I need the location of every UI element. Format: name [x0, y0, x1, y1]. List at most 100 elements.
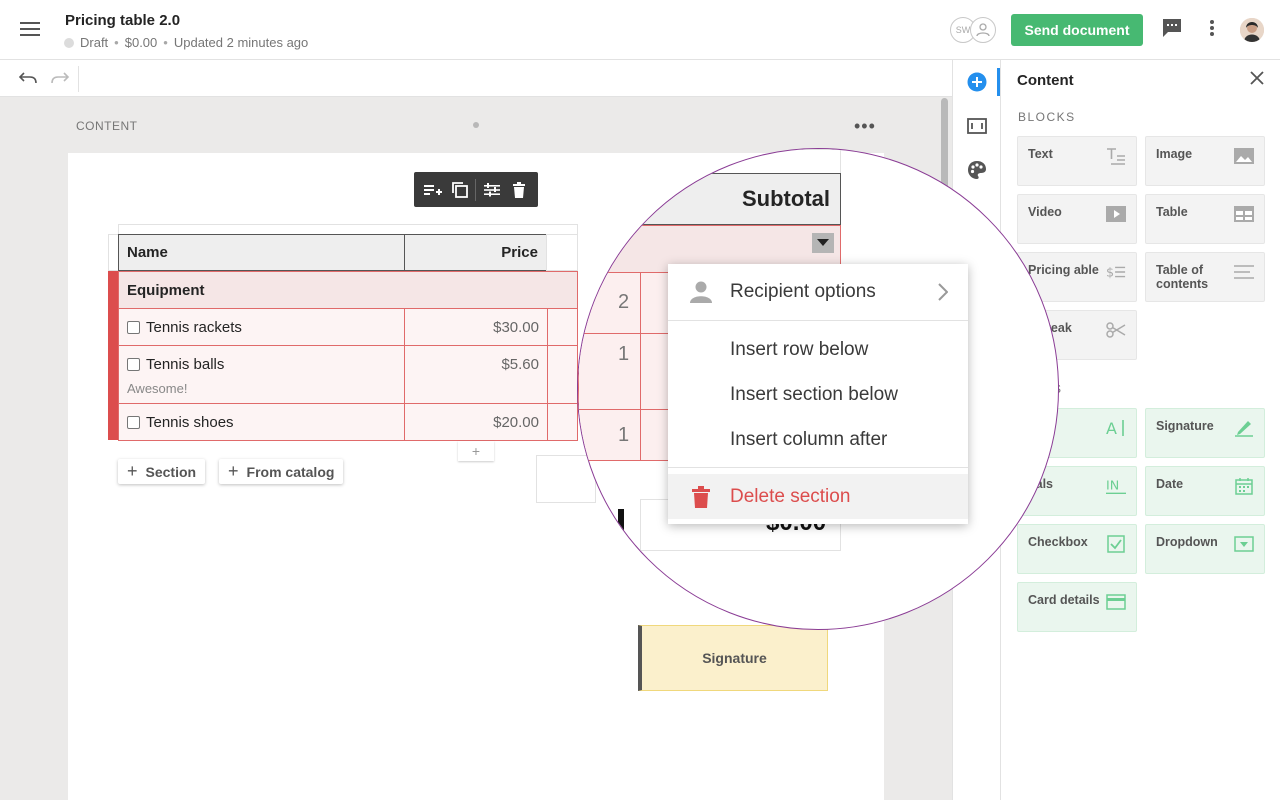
pen-icon [1234, 419, 1254, 437]
row-price[interactable]: $20.00 [404, 403, 548, 441]
table-row[interactable]: Tennis rackets $30.00 [118, 308, 578, 346]
magnified-top-guide [638, 149, 841, 173]
section-name[interactable]: Equipment [118, 271, 578, 309]
delete-icon[interactable] [508, 179, 530, 201]
editor-toolbar [0, 60, 952, 97]
row-price[interactable]: $30.00 [404, 308, 548, 346]
magnified-qty-cell[interactable] [578, 272, 641, 334]
status-text: Draft [80, 35, 109, 50]
document-title[interactable]: Pricing table 2.0 [65, 12, 180, 29]
more-horizontal-icon[interactable]: ••• [854, 116, 876, 137]
menu-item-label: Recipient options [730, 280, 876, 302]
more-vertical-icon[interactable] [1209, 18, 1215, 43]
image-icon [1234, 147, 1254, 165]
field-label: Dropdown [1156, 535, 1218, 549]
menu-item-insert-column-after[interactable]: Insert column after [668, 417, 968, 462]
svg-text:A: A [1106, 419, 1117, 437]
add-recipient-icon[interactable] [970, 17, 996, 43]
duplicate-icon[interactable] [449, 179, 471, 201]
updated-time: Updated 2 minutes ago [173, 35, 309, 50]
user-avatar[interactable] [1240, 18, 1264, 42]
magnified-qty-cell[interactable] [578, 409, 641, 461]
document-total: $0.00 [124, 35, 158, 50]
add-content-icon[interactable] [967, 72, 987, 97]
magnified-total-label-fragment [618, 509, 624, 533]
block-toolbar [414, 172, 538, 207]
field-signature[interactable]: Signature [1145, 408, 1265, 458]
magnified-qty-cell[interactable] [578, 333, 641, 410]
plus-icon: + [127, 461, 138, 481]
table-row[interactable]: Tennis shoes $20.00 [118, 403, 578, 441]
meta-separator: • [163, 35, 168, 50]
table-left-guide [108, 234, 118, 271]
person-icon [690, 281, 712, 309]
signature-field[interactable]: Signature [638, 625, 828, 691]
column-header-qty[interactable] [546, 234, 578, 271]
row-checkbox[interactable] [127, 358, 140, 371]
menu-item-insert-row-below[interactable]: Insert row below [668, 327, 968, 372]
document-meta: Draft • $0.00 • Updated 2 minutes ago [64, 35, 308, 50]
redo-icon[interactable] [50, 70, 70, 91]
initials-icon: IN [1106, 477, 1126, 495]
drag-handle-icon[interactable] [473, 122, 479, 128]
row-context-menu: Recipient options Insert row below Inser… [668, 264, 968, 524]
field-label: Signature [1156, 419, 1214, 433]
add-row-tab[interactable]: + [458, 441, 494, 461]
comments-icon[interactable] [1162, 18, 1182, 43]
row-name-cell[interactable]: Tennis rackets [118, 308, 405, 346]
magnifier-overlay: Subtotal 2 1 1 $0.00 Recipient options [577, 148, 1059, 630]
block-table-of-contents[interactable]: Table of contents [1145, 252, 1265, 302]
status-dot-icon [64, 37, 74, 48]
add-section-button[interactable]: + Section [118, 459, 206, 484]
section-row[interactable]: Equipment [118, 271, 578, 309]
caret-down-icon[interactable] [812, 233, 834, 253]
video-icon [1106, 205, 1126, 223]
field-dropdown[interactable]: Dropdown [1145, 524, 1265, 574]
row-quantity: 1 [618, 424, 630, 446]
card-icon [1106, 593, 1126, 611]
settings-sliders-icon[interactable] [481, 179, 503, 201]
row-name-line: Tennis balls [127, 356, 224, 373]
table-row[interactable]: Tennis balls Awesome! $5.60 [118, 345, 578, 404]
column-header-name[interactable]: Name [118, 234, 405, 271]
top-header: Pricing table 2.0 Draft • $0.00 • Update… [0, 0, 1280, 60]
menu-item-recipient-options[interactable]: Recipient options [668, 269, 968, 314]
fields-frame-icon[interactable] [967, 117, 987, 140]
column-header-price[interactable]: Price [404, 234, 547, 271]
row-note: Awesome! [127, 381, 188, 396]
panel-title: Content [1017, 72, 1074, 89]
svg-text:IN: IN [1106, 478, 1119, 493]
dropdown-icon [1234, 535, 1254, 553]
row-qty-cell[interactable] [547, 308, 578, 346]
scissors-icon [1106, 321, 1126, 339]
add-section-label: Section [145, 463, 197, 480]
block-table[interactable]: Table [1145, 194, 1265, 244]
menu-item-delete-section[interactable]: Delete section [668, 474, 968, 519]
recipients-avatars[interactable]: SW [950, 17, 996, 43]
row-name-cell[interactable]: Tennis shoes [118, 403, 405, 441]
checkbox-icon [1106, 535, 1126, 553]
add-from-catalog-button[interactable]: + From catalog [219, 459, 344, 484]
chevron-right-icon [938, 283, 949, 307]
field-date[interactable]: Date [1145, 466, 1265, 516]
send-document-button[interactable]: Send document [1011, 14, 1143, 46]
menu-item-insert-section-below[interactable]: Insert section below [668, 372, 968, 417]
menu-icon[interactable] [20, 22, 40, 38]
row-price[interactable]: $5.60 [404, 345, 548, 404]
menu-divider [668, 467, 968, 468]
text-icon [1106, 147, 1126, 165]
row-qty-cell[interactable] [547, 345, 578, 404]
add-row-icon[interactable] [422, 179, 444, 201]
table-header-row: Name Price [118, 234, 578, 271]
row-qty-cell[interactable] [547, 403, 578, 441]
block-image[interactable]: Image [1145, 136, 1265, 186]
row-checkbox[interactable] [127, 415, 140, 429]
svg-text:$: $ [1106, 265, 1114, 280]
row-checkbox[interactable] [127, 320, 140, 334]
undo-icon[interactable] [18, 70, 38, 91]
menu-divider [668, 320, 968, 321]
field-label: Date [1156, 477, 1184, 491]
subtotal-column-header[interactable]: Subtotal [638, 173, 841, 225]
row-name-cell[interactable]: Tennis balls Awesome! [118, 345, 405, 404]
close-icon[interactable] [1249, 70, 1265, 91]
